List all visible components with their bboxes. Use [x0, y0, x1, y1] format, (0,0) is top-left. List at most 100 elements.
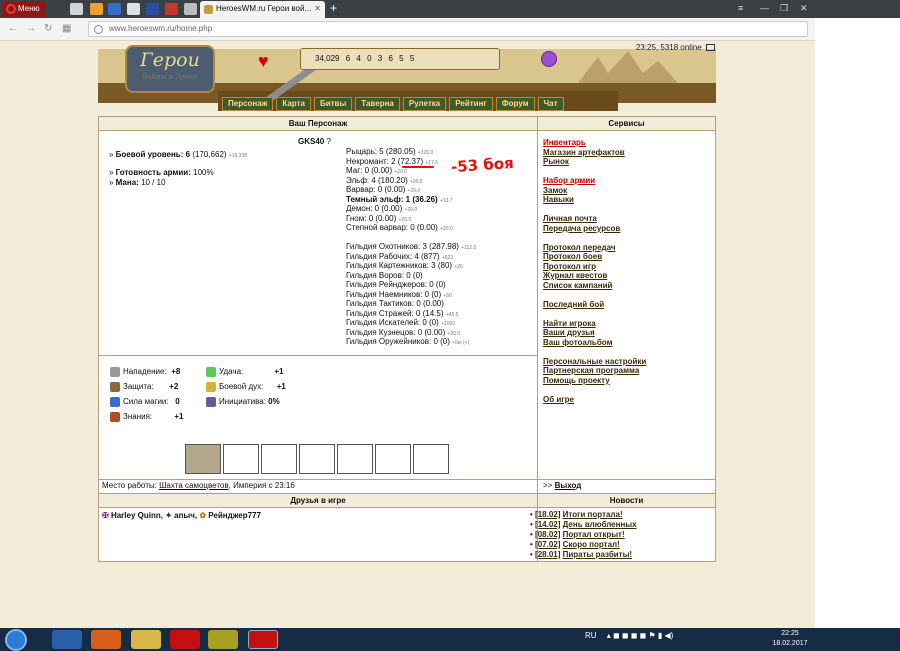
news-date[interactable]: [18.02]	[535, 510, 560, 519]
news-title[interactable]: Портал открыт!	[563, 530, 625, 539]
friend-faction-icon: ✠	[102, 511, 109, 520]
sulfur-value: 3	[377, 54, 383, 63]
character-nick[interactable]: GKS40 ?	[298, 137, 331, 147]
service-link[interactable]: Персональные настройки	[543, 357, 646, 367]
menu-tavern[interactable]: Таверна	[355, 97, 400, 111]
clock[interactable]: 22:25 18.02.2017	[760, 629, 820, 649]
news-date[interactable]: [14.02]	[535, 520, 560, 529]
url-field[interactable]: www.heroeswm.ru/home.php	[88, 21, 808, 37]
pinned-tab-1[interactable]	[70, 3, 83, 15]
service-link[interactable]: Протокол игр	[543, 262, 646, 272]
service-link[interactable]: Личная почта	[543, 214, 646, 224]
close-tab-icon[interactable]: ✕	[314, 4, 321, 13]
stat-initiative: Инициатива: 0%	[206, 394, 286, 409]
service-link[interactable]: Помощь проекту	[543, 376, 646, 386]
menu-chat[interactable]: Чат	[537, 97, 564, 111]
opera-active-icon[interactable]	[248, 630, 278, 649]
mercury-value: 0	[367, 54, 372, 63]
news-title[interactable]: Пираты разбиты!	[563, 550, 632, 559]
service-link[interactable]: Замок	[543, 186, 646, 196]
menu-character[interactable]: Персонаж	[222, 97, 274, 111]
service-link[interactable]: Найти игрока	[543, 319, 646, 329]
new-tab-button[interactable]: +	[330, 2, 337, 14]
service-link[interactable]: Протокол боев	[543, 252, 646, 262]
pinned-tab-7[interactable]	[184, 3, 197, 15]
friend-3[interactable]: Рейнджер777	[208, 511, 261, 520]
army-slot-4[interactable]	[299, 444, 335, 474]
news-item[interactable]: • [14.02] День влюбленных	[530, 520, 637, 530]
tabs-menu-icon[interactable]: ≡	[738, 3, 743, 13]
maximize-icon[interactable]: ❐	[780, 3, 788, 14]
help-icon[interactable]: ?	[326, 137, 330, 146]
army-slot-1[interactable]	[185, 444, 221, 474]
service-link[interactable]: Набор армии	[543, 176, 646, 186]
stat-spellpower: Сила магии: 0	[110, 394, 184, 409]
mail-icon[interactable]	[706, 44, 715, 52]
radiation-app-icon[interactable]	[208, 630, 238, 649]
service-link[interactable]: Об игре	[543, 395, 646, 405]
workplace-info: Место работы: Шахта самоцветов, Империя …	[102, 481, 295, 490]
start-button[interactable]	[5, 629, 27, 651]
tray-icons[interactable]: ▴ ◼ ◼ ◼ ◼ ⚑ ▮ ◀)	[607, 631, 674, 640]
opera-icon[interactable]	[170, 630, 200, 649]
service-link[interactable]: Рынок	[543, 157, 646, 167]
service-link[interactable]: Магазин артефактов	[543, 148, 646, 158]
army-slot-3[interactable]	[261, 444, 297, 474]
pinned-tab-5[interactable]	[146, 3, 159, 15]
army-slot-2[interactable]	[223, 444, 259, 474]
news-item[interactable]: • [08.02] Портал открыт!	[530, 530, 637, 540]
news-date[interactable]: [28.01]	[535, 550, 560, 559]
service-link[interactable]: Последний бой	[543, 300, 646, 310]
news-title[interactable]: День влюбленных	[563, 520, 637, 529]
attack-label: Нападение:	[123, 367, 167, 376]
firefox-icon[interactable]	[91, 630, 121, 649]
pinned-tab-3[interactable]	[108, 3, 121, 15]
army-slot-6[interactable]	[375, 444, 411, 474]
service-link[interactable]: Протокол передач	[543, 243, 646, 253]
news-item[interactable]: • [07.02] Скоро портал!	[530, 540, 637, 550]
forward-icon[interactable]: →	[26, 23, 36, 34]
ie-icon[interactable]	[52, 630, 82, 649]
close-window-icon[interactable]: ✕	[800, 3, 808, 14]
menu-roulette[interactable]: Рулетка	[402, 97, 447, 111]
workplace-link[interactable]: Шахта самоцветов	[159, 481, 229, 490]
active-tab[interactable]: HeroesWM.ru Герои вой... ✕	[200, 1, 325, 18]
menu-forum[interactable]: Форум	[495, 97, 535, 111]
pinned-tab-6[interactable]	[165, 3, 178, 15]
game-logo[interactable]: Герои Войны и Денег	[125, 45, 215, 93]
service-link[interactable]: Инвентарь	[543, 138, 646, 148]
news-title[interactable]: Итоги портала!	[563, 510, 623, 519]
back-icon[interactable]: ←	[8, 23, 18, 34]
speed-dial-icon[interactable]: ▦	[62, 23, 71, 34]
army-slot-5[interactable]	[337, 444, 373, 474]
pinned-tab-4[interactable]	[127, 3, 140, 15]
news-item[interactable]: • [18.02] Итоги портала!	[530, 510, 637, 520]
service-link[interactable]: Журнал квестов	[543, 271, 646, 281]
site-info-icon[interactable]	[94, 25, 103, 34]
friend-1[interactable]: Harley Quinn	[111, 511, 161, 520]
friend-2[interactable]: апыч	[174, 511, 195, 520]
menu-map[interactable]: Карта	[276, 97, 311, 111]
minimize-icon[interactable]: —	[760, 3, 769, 13]
explorer-icon[interactable]	[131, 630, 161, 649]
reload-icon[interactable]: ↻	[44, 23, 52, 34]
pinned-tab-2[interactable]	[90, 3, 103, 15]
service-link[interactable]: Партнерская программа	[543, 366, 646, 376]
news-date[interactable]: [08.02]	[535, 530, 560, 539]
service-link[interactable]: Передача ресурсов	[543, 224, 646, 234]
service-link[interactable]: Навыки	[543, 195, 646, 205]
service-link[interactable]: Ваш фотоальбом	[543, 338, 646, 348]
guild-text: Гильдия Рейнджеров: 0 (0)	[346, 280, 446, 289]
menu-battles[interactable]: Битвы	[313, 97, 353, 111]
service-link[interactable]: Список кампаний	[543, 281, 646, 291]
opera-menu-button[interactable]: Меню	[2, 1, 46, 17]
army-slot-7[interactable]	[413, 444, 449, 474]
news-title[interactable]: Скоро портал!	[563, 540, 620, 549]
exit-link[interactable]: Выход	[555, 481, 582, 490]
language-indicator[interactable]: RU	[585, 631, 597, 640]
guild-delta: +20	[454, 264, 463, 270]
news-item[interactable]: • [28.01] Пираты разбиты!	[530, 550, 637, 560]
news-date[interactable]: [07.02]	[535, 540, 560, 549]
service-link[interactable]: Ваши друзья	[543, 328, 646, 338]
menu-rating[interactable]: Рейтинг	[449, 97, 493, 111]
